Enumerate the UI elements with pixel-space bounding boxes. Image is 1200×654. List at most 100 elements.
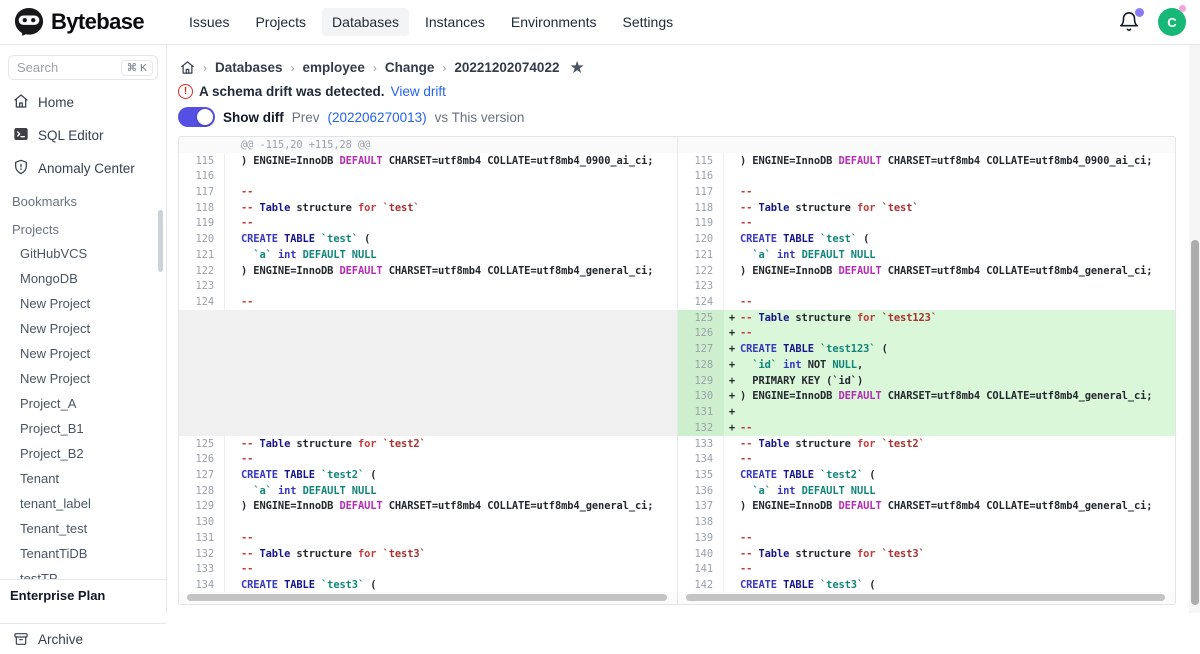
diff-line: 124--: [179, 294, 677, 310]
diff-marker: +: [724, 390, 740, 402]
scrollbar-thumb[interactable]: [187, 594, 667, 601]
line-number: 128: [179, 483, 225, 499]
diff-line: 116: [179, 168, 677, 184]
diff-line: [179, 404, 677, 420]
project-item[interactable]: New Project: [0, 366, 166, 391]
breadcrumb-change[interactable]: Change: [385, 60, 435, 75]
code-text: -- Table structure for `test3`: [740, 548, 925, 560]
nav-tab-environments[interactable]: Environments: [501, 8, 607, 36]
diff-line: 133-- Table structure for `test2`: [678, 436, 1175, 452]
sidebar-item-home[interactable]: Home: [0, 86, 166, 119]
line-number: 116: [678, 168, 724, 184]
diff-line: 121 `a` int DEFAULT NULL: [678, 247, 1175, 263]
project-item[interactable]: tenant_label: [0, 491, 166, 516]
breadcrumb-databases[interactable]: Databases: [215, 60, 283, 75]
diff-marker: +: [724, 422, 740, 434]
line-number: 115: [678, 153, 724, 169]
alert-text: A schema drift was detected.: [199, 84, 385, 99]
project-item[interactable]: MongoDB: [0, 266, 166, 291]
diff-line: 141--: [678, 561, 1175, 577]
project-list: GitHubVCSMongoDBNew ProjectNew ProjectNe…: [0, 241, 166, 616]
code-text: `id` int NOT NULL,: [740, 359, 863, 371]
line-number: 124: [678, 294, 724, 310]
home-icon[interactable]: [180, 60, 195, 75]
sidebar-scrollbar[interactable]: [158, 210, 163, 272]
sidebar-item-label: Anomaly Center: [38, 161, 135, 176]
diff-line: [179, 310, 677, 326]
line-number: 138: [678, 514, 724, 530]
diff-pane-current: 115) ENGINE=InnoDB DEFAULT CHARSET=utf8m…: [677, 137, 1175, 604]
line-number: 120: [179, 231, 225, 247]
diff-rows-right: 115) ENGINE=InnoDB DEFAULT CHARSET=utf8m…: [678, 137, 1175, 592]
project-item[interactable]: Tenant: [0, 466, 166, 491]
line-number: 117: [179, 184, 225, 200]
sidebar-item-archive[interactable]: Archive: [0, 624, 166, 654]
right-horizontal-scrollbar[interactable]: [678, 592, 1175, 604]
line-number: 129: [179, 499, 225, 515]
diff-line: 138: [678, 514, 1175, 530]
bookmark-star-icon[interactable]: ★: [569, 59, 584, 76]
code-text: --: [241, 296, 253, 308]
search-input[interactable]: Search ⌘ K: [8, 55, 158, 80]
sidebar-item-anomaly-center[interactable]: Anomaly Center: [0, 152, 166, 185]
line-number: 140: [678, 546, 724, 562]
page-vertical-scrollbar[interactable]: [1189, 45, 1200, 613]
sidebar-item-label: Home: [38, 95, 74, 110]
project-item[interactable]: Project_B2: [0, 441, 166, 466]
line-number: [179, 341, 225, 357]
avatar-status-dot: [1179, 5, 1186, 12]
project-item[interactable]: New Project: [0, 316, 166, 341]
bytebase-logo-icon: [14, 7, 44, 37]
scrollbar-thumb[interactable]: [686, 594, 1165, 601]
diff-line: 118-- Table structure for `test`: [179, 200, 677, 216]
sidebar-item-label: SQL Editor: [38, 128, 104, 143]
line-number: 118: [678, 200, 724, 216]
show-diff-toggle[interactable]: [178, 107, 215, 127]
project-item[interactable]: GitHubVCS: [0, 241, 166, 266]
sidebar-item-sql-editor[interactable]: SQL Editor: [0, 119, 166, 152]
navbar-right: C: [1118, 8, 1186, 36]
notifications-bell-icon[interactable]: [1118, 11, 1140, 33]
project-item[interactable]: Project_B1: [0, 416, 166, 441]
view-drift-link[interactable]: View drift: [391, 84, 446, 99]
left-horizontal-scrollbar[interactable]: [179, 592, 677, 604]
line-number: [179, 389, 225, 405]
project-item[interactable]: Project_A: [0, 391, 166, 416]
code-text: `a` int DEFAULT NULL: [241, 485, 376, 497]
project-item[interactable]: Tenant_test: [0, 516, 166, 541]
bytebase-logo[interactable]: Bytebase: [14, 7, 179, 37]
nav-tab-instances[interactable]: Instances: [415, 8, 495, 36]
terminal-icon: [13, 126, 29, 145]
user-avatar[interactable]: C: [1158, 8, 1186, 36]
project-item[interactable]: New Project: [0, 291, 166, 316]
code-text: --: [241, 563, 253, 575]
sidebar-nav: Home SQL Editor Anomaly Center: [0, 86, 166, 185]
nav-tab-databases[interactable]: Databases: [322, 8, 409, 36]
code-text: -- Table structure for `test`: [241, 202, 420, 214]
nav-tab-settings[interactable]: Settings: [613, 8, 684, 36]
diff-hunk-header: [678, 137, 1175, 153]
line-number: 120: [678, 231, 724, 247]
breadcrumb-employee[interactable]: employee: [303, 60, 365, 75]
line-number: 119: [678, 216, 724, 232]
diff-line: [179, 341, 677, 357]
nav-tab-projects[interactable]: Projects: [245, 8, 316, 36]
prev-version-link[interactable]: (202206270013): [328, 110, 427, 125]
diff-marker: +: [724, 327, 740, 339]
code-text: --: [740, 186, 752, 198]
scrollbar-thumb[interactable]: [1191, 240, 1199, 605]
project-item[interactable]: TenantTiDB: [0, 541, 166, 566]
code-text: `a` int DEFAULT NULL: [740, 249, 875, 261]
line-number: [179, 404, 225, 420]
line-number: [179, 137, 225, 153]
line-number: 139: [678, 530, 724, 546]
nav-tab-issues[interactable]: Issues: [179, 8, 239, 36]
diff-line: 136 `a` int DEFAULT NULL: [678, 483, 1175, 499]
line-number: 129: [678, 373, 724, 389]
diff-marker: +: [724, 375, 740, 387]
diff-line: 119--: [179, 216, 677, 232]
line-number: [179, 373, 225, 389]
alert-icon: !: [178, 84, 193, 99]
main-content: › Databases › employee › Change › 202212…: [167, 45, 1200, 613]
project-item[interactable]: New Project: [0, 341, 166, 366]
